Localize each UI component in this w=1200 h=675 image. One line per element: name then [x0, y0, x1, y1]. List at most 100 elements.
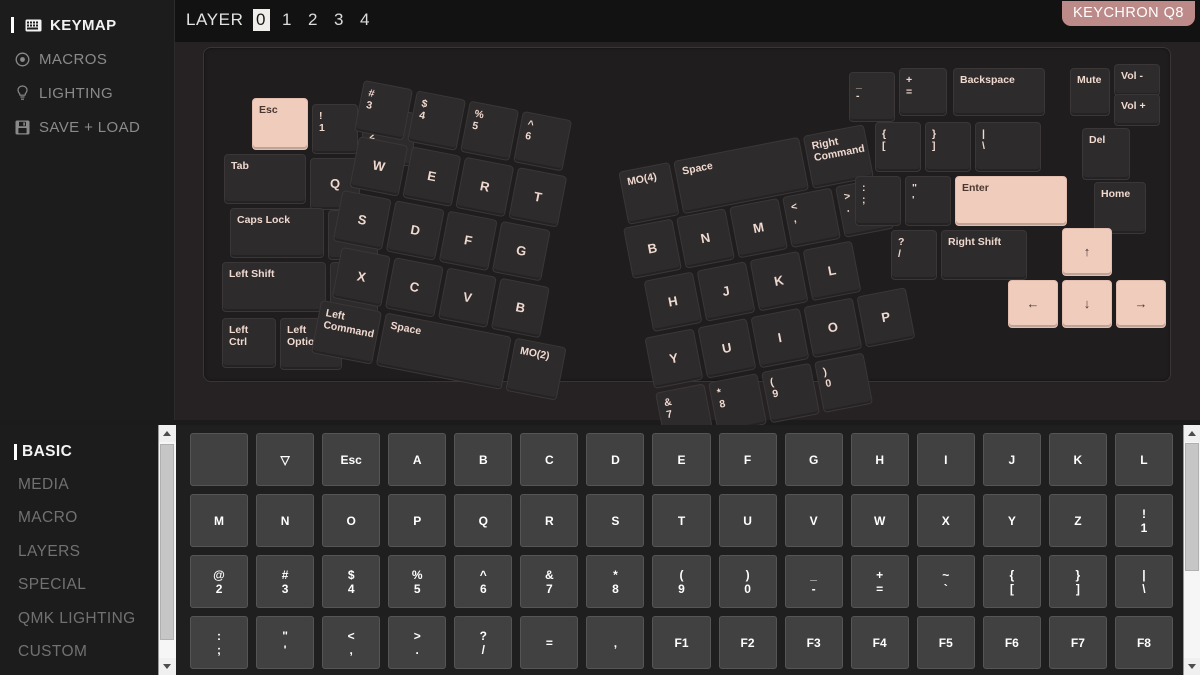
keycode-1[interactable]: ! 1	[1114, 494, 1173, 547]
kb-key-n[interactable]: N	[676, 208, 736, 269]
kb-key-vol[interactable]: Vol +	[1114, 94, 1160, 126]
keycode-h[interactable]: H	[850, 433, 909, 486]
keycode-3[interactable]: #3	[256, 555, 315, 608]
keycode-blank[interactable]: ? /	[454, 616, 513, 669]
layer-tab-3[interactable]: 3	[331, 9, 348, 31]
layer-tab-4[interactable]: 4	[357, 9, 374, 31]
category-item-layers[interactable]: LAYERS	[0, 535, 174, 568]
nav-item-keymap[interactable]: KEYMAP	[0, 8, 174, 42]
keycode-0[interactable]: ) 0	[718, 555, 777, 608]
scrollbar-thumb[interactable]	[1184, 443, 1199, 571]
category-item-qmk-lighting[interactable]: QMK LIGHTING	[0, 602, 174, 635]
keycode-blank[interactable]: | \	[1114, 555, 1173, 608]
kb-key-t[interactable]: T	[508, 167, 568, 228]
keycode-o[interactable]: O	[322, 494, 381, 547]
category-item-macro[interactable]: MACRO	[0, 502, 174, 535]
kb-key-i[interactable]: I	[750, 307, 810, 369]
keycode-5[interactable]: % 5	[388, 555, 447, 608]
keycode-blank[interactable]	[190, 433, 249, 486]
kb-key-d[interactable]: D	[385, 200, 445, 261]
kb-key-left-ctrl[interactable]: Left Ctrl	[222, 318, 276, 368]
kb-key-blank[interactable]: ? /	[891, 230, 937, 280]
keycode-8[interactable]: * 8	[586, 555, 645, 608]
nav-item-save-load[interactable]: SAVE + LOAD	[0, 110, 174, 144]
layer-tab-1[interactable]: 1	[279, 9, 296, 31]
keycode-e[interactable]: E	[652, 433, 711, 486]
kb-key-enter[interactable]: Enter	[955, 176, 1067, 226]
keycode-blank[interactable]: ▽	[256, 433, 315, 486]
kb-key-esc[interactable]: Esc	[252, 98, 308, 150]
kb-key-right-shift[interactable]: Right Shift	[941, 230, 1027, 280]
keycode-blank[interactable]: }]	[1048, 555, 1107, 608]
keycode-a[interactable]: A	[388, 433, 447, 486]
kb-key-m[interactable]: M	[729, 197, 789, 259]
category-item-custom[interactable]: CUSTOM	[0, 635, 174, 668]
kb-key-del[interactable]: Del	[1082, 128, 1130, 180]
kb-key-s[interactable]: S	[332, 189, 392, 251]
category-item-basic[interactable]: BASIC	[0, 435, 174, 468]
scrollbar-thumb[interactable]	[159, 444, 174, 640]
kb-key-blank[interactable]: } ]	[925, 122, 971, 172]
keycode-2[interactable]: @2	[190, 555, 249, 608]
kb-key-y[interactable]: Y	[644, 328, 704, 389]
keycode-f6[interactable]: F6	[982, 616, 1041, 669]
keycode-blank[interactable]: ~ `	[916, 555, 975, 608]
keycode-l[interactable]: L	[1114, 433, 1173, 486]
kb-key-k[interactable]: K	[749, 250, 809, 312]
nav-item-macros[interactable]: MACROS	[0, 42, 174, 76]
keycode-9[interactable]: (9	[652, 555, 711, 608]
kb-key-mo-2[interactable]: MO(2)	[505, 337, 567, 401]
keycode-picker-scrollbar[interactable]	[1183, 425, 1200, 675]
kb-key-b[interactable]: B	[623, 218, 683, 280]
kb-key-1[interactable]: ! 1	[312, 104, 358, 154]
kb-key-left-command[interactable]: Left Command	[310, 299, 383, 365]
keycode-f1[interactable]: F1	[652, 616, 711, 669]
keycode-w[interactable]: W	[850, 494, 909, 547]
kb-key-l[interactable]: L	[802, 240, 862, 302]
kb-key-blank[interactable]: ↓	[1062, 280, 1112, 328]
kb-key-blank[interactable]: ↑	[1062, 228, 1112, 276]
keycode-u[interactable]: U	[718, 494, 777, 547]
category-item-special[interactable]: SPECIAL	[0, 569, 174, 602]
keycode-p[interactable]: P	[388, 494, 447, 547]
keycode-f4[interactable]: F4	[850, 616, 909, 669]
kb-key-blank[interactable]: | \	[975, 122, 1041, 172]
keycode-x[interactable]: X	[916, 494, 975, 547]
kb-key-0[interactable]: ) 0	[814, 352, 874, 414]
kb-key-blank[interactable]: + =	[899, 68, 947, 116]
kb-key-mute[interactable]: Mute	[1070, 68, 1110, 116]
keycode-f[interactable]: F	[718, 433, 777, 486]
keycode-blank[interactable]: {[	[982, 555, 1041, 608]
category-scrollbar[interactable]	[158, 425, 176, 675]
keycode-f3[interactable]: F3	[784, 616, 843, 669]
scroll-down-icon[interactable]	[158, 658, 176, 675]
kb-key-g[interactable]: G	[491, 220, 551, 282]
scrollbar-track[interactable]	[158, 442, 176, 658]
kb-key-c[interactable]: C	[384, 257, 444, 318]
kb-key-f[interactable]: F	[438, 210, 498, 272]
kb-key-5[interactable]: % 5	[460, 100, 520, 162]
kb-key-blank[interactable]: →	[1116, 280, 1166, 328]
scroll-up-icon[interactable]	[158, 425, 176, 442]
kb-key-w[interactable]: W	[349, 136, 409, 197]
scroll-up-icon[interactable]	[1183, 425, 1200, 442]
keycode-s[interactable]: S	[586, 494, 645, 547]
kb-key-o[interactable]: O	[803, 297, 863, 359]
keycode-d[interactable]: D	[586, 433, 645, 486]
keycode-blank[interactable]: " '	[256, 616, 315, 669]
keycode-f5[interactable]: F5	[916, 616, 975, 669]
kb-key-x[interactable]: X	[331, 246, 391, 308]
kb-key-vol[interactable]: Vol -	[1114, 64, 1160, 96]
keycode-q[interactable]: Q	[454, 494, 513, 547]
keycode-b[interactable]: B	[454, 433, 513, 486]
keycode-blank[interactable]: :;	[190, 616, 249, 669]
keycode-blank[interactable]: + =	[850, 555, 909, 608]
kb-key-b[interactable]: B	[490, 277, 550, 339]
keycode-blank[interactable]: >.	[388, 616, 447, 669]
kb-key-p[interactable]: P	[856, 287, 916, 348]
keycode-f7[interactable]: F7	[1048, 616, 1107, 669]
kb-key-blank[interactable]: : ;	[855, 176, 901, 226]
kb-key-r[interactable]: R	[455, 156, 515, 218]
kb-key-v[interactable]: V	[437, 267, 497, 329]
kb-key-3[interactable]: # 3	[354, 80, 414, 141]
